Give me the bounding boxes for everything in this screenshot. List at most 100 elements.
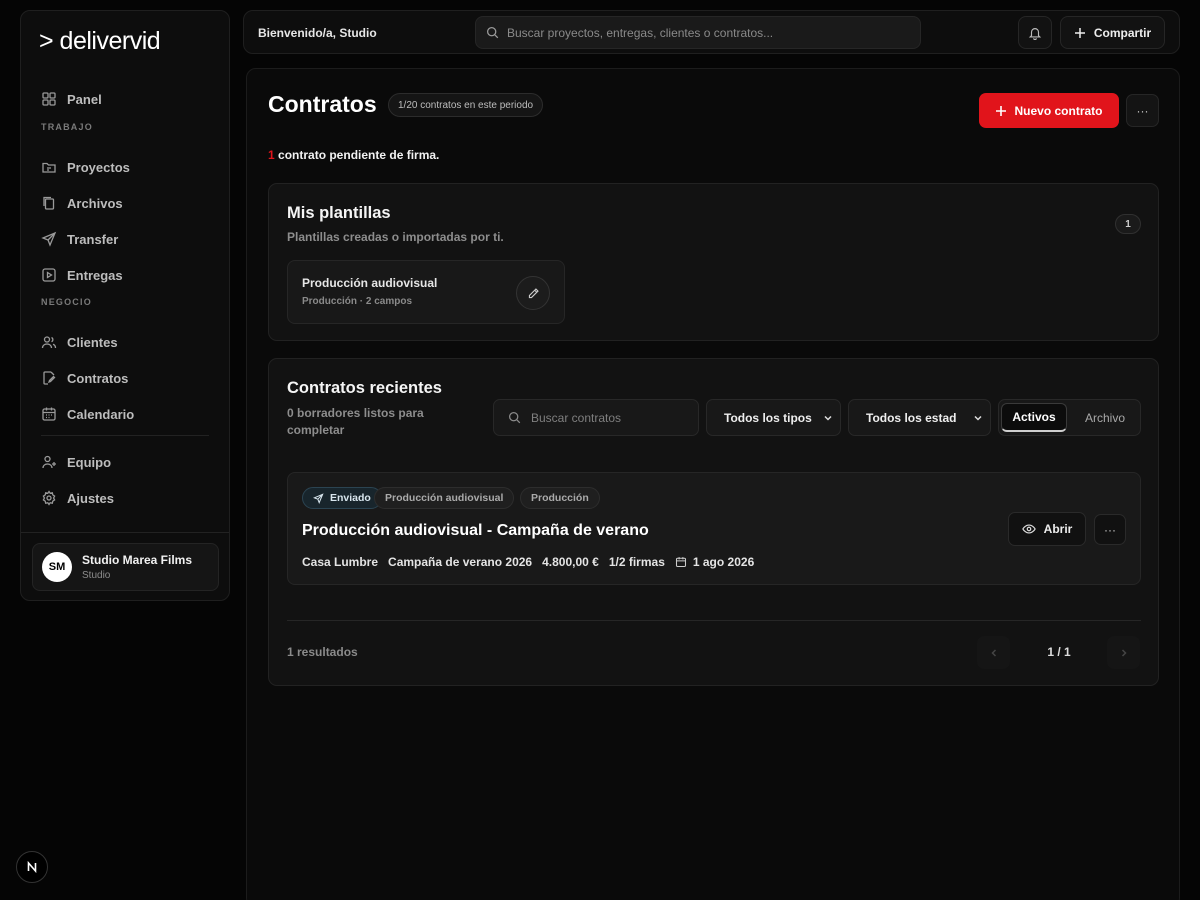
contracts-search[interactable]	[493, 399, 699, 436]
users-icon	[41, 334, 57, 350]
chevron-left-icon	[989, 648, 999, 658]
brand-logo[interactable]: > delivervid	[39, 27, 161, 56]
folder-icon	[41, 159, 57, 175]
next-page-button[interactable]	[1107, 636, 1140, 669]
sidebar-item-equipo[interactable]: Equipo	[41, 448, 211, 476]
notifications-button[interactable]	[1018, 16, 1052, 49]
contract-amount: 4.800,00 €	[542, 555, 599, 569]
contract-date: 1 ago 2026	[675, 555, 754, 569]
gear-icon	[41, 490, 57, 506]
global-search-input[interactable]	[507, 25, 907, 40]
pending-text: contrato pendiente de firma.	[274, 148, 440, 162]
status-filter-select[interactable]: Todos los estad	[848, 399, 991, 436]
play-square-icon	[41, 267, 57, 283]
sidebar-item-contratos[interactable]: Contratos	[41, 364, 211, 392]
send-icon	[313, 492, 324, 504]
active-archive-toggle: Activos Archivo	[998, 399, 1141, 436]
page-indicator: 1 / 1	[1047, 645, 1071, 659]
previous-page-button[interactable]	[977, 636, 1010, 669]
page-title: Contratos	[268, 91, 377, 117]
share-button-label: Compartir	[1093, 25, 1152, 40]
eye-icon	[1021, 522, 1036, 536]
templates-title: Mis plantillas	[287, 204, 391, 222]
tag-badge: Producción	[520, 487, 600, 509]
new-contract-button[interactable]: Nuevo contrato	[979, 93, 1119, 128]
sidebar-item-label: Contratos	[67, 370, 129, 386]
calendar-icon	[41, 406, 57, 422]
templates-count-badge: 1	[1115, 214, 1141, 234]
template-meta: Producción · 2 campos	[302, 296, 413, 307]
page-more-button[interactable]: ···	[1126, 94, 1159, 127]
sidebar-item-archivos[interactable]: Archivos	[41, 189, 211, 217]
pencil-icon	[527, 287, 540, 300]
sidebar: > delivervid Panel TRABAJO Proyectos Arc…	[20, 10, 230, 601]
tab-activos[interactable]: Activos	[1001, 403, 1067, 432]
recent-contracts-card: Contratos recientes 0 borradores listos …	[268, 358, 1159, 686]
type-filter-select[interactable]: Todos los tipos	[706, 399, 841, 436]
user-plus-icon	[41, 454, 57, 470]
recent-title: Contratos recientes	[287, 379, 442, 397]
bell-icon	[1028, 26, 1042, 40]
open-contract-label: Abrir	[1043, 522, 1073, 536]
sidebar-item-label: Archivos	[67, 195, 123, 211]
sidebar-item-label: Panel	[67, 91, 102, 107]
status-badge: Enviado	[302, 487, 382, 509]
sidebar-item-label: Calendario	[67, 406, 135, 422]
account-name: Studio Marea Films	[82, 553, 193, 567]
tab-archivo[interactable]: Archivo	[1073, 403, 1137, 432]
sidebar-item-clientes[interactable]: Clientes	[41, 328, 211, 356]
tag-badge: Producción audiovisual	[374, 487, 515, 509]
status-filter-value: Todos los estad	[866, 410, 957, 425]
contract-icon	[41, 370, 57, 386]
sidebar-item-panel[interactable]: Panel	[41, 85, 211, 113]
account-switcher[interactable]: SM Studio Marea Films Studio	[32, 543, 219, 591]
sidebar-item-label: Clientes	[67, 334, 118, 350]
sidebar-item-label: Ajustes	[67, 490, 114, 506]
account-info: Studio Marea Films Studio	[82, 553, 192, 581]
contract-project: Campaña de verano 2026	[388, 555, 533, 569]
type-filter-value: Todos los tipos	[724, 410, 812, 425]
contract-row[interactable]: Enviado Producción audiovisual Producció…	[287, 472, 1141, 585]
sidebar-item-label: Entregas	[67, 267, 123, 283]
sidebar-item-label: Equipo	[67, 454, 112, 470]
results-divider	[287, 620, 1141, 621]
recent-subtitle: 0 borradores listos para completar	[287, 406, 424, 437]
open-contract-button[interactable]: Abrir	[1008, 512, 1086, 546]
sidebar-item-label: Transfer	[67, 231, 119, 247]
chevron-down-icon	[973, 413, 983, 423]
templates-card: Mis plantillas Plantillas creadas o impo…	[268, 183, 1159, 341]
edit-template-button[interactable]	[516, 276, 550, 310]
n-logo-icon	[26, 861, 38, 873]
more-icon: ···	[1136, 103, 1149, 118]
welcome-text: Bienvenido/a, Studio	[258, 26, 377, 40]
template-item[interactable]: Producción audiovisual Producción · 2 ca…	[287, 260, 565, 324]
contract-meta: Casa Lumbre Campaña de verano 2026 4.800…	[302, 555, 754, 569]
global-search[interactable]	[475, 16, 921, 49]
sidebar-item-calendario[interactable]: Calendario	[41, 400, 211, 428]
avatar: SM	[42, 552, 72, 582]
files-icon	[41, 195, 57, 211]
dashboard-icon	[41, 91, 57, 107]
sidebar-item-ajustes[interactable]: Ajustes	[41, 484, 211, 512]
chevron-right-icon	[1119, 648, 1129, 658]
main-content: Contratos 1/20 contratos en este periodo…	[246, 68, 1180, 900]
contracts-search-input[interactable]	[531, 410, 681, 425]
account-role: Studio	[82, 570, 111, 581]
share-button[interactable]: Compartir	[1060, 16, 1165, 49]
contract-more-button[interactable]: ···	[1094, 514, 1126, 545]
sidebar-item-proyectos[interactable]: Proyectos	[41, 153, 211, 181]
results-count: 1 resultados	[287, 645, 358, 659]
more-icon: ···	[1104, 522, 1116, 537]
pending-signature-notice: 1 contrato pendiente de firma.	[268, 148, 439, 162]
contract-title[interactable]: Producción audiovisual - Campaña de vera…	[302, 522, 649, 540]
sidebar-item-entregas[interactable]: Entregas	[41, 261, 211, 289]
chevron-down-icon	[823, 413, 833, 423]
sidebar-divider	[41, 435, 209, 436]
framework-dev-badge[interactable]	[16, 851, 48, 883]
search-icon	[486, 26, 499, 39]
sidebar-item-transfer[interactable]: Transfer	[41, 225, 211, 253]
period-usage-badge: 1/20 contratos en este periodo	[388, 93, 544, 117]
pending-count: 1	[268, 148, 275, 162]
new-contract-label: Nuevo contrato	[1014, 103, 1103, 118]
plus-icon	[995, 105, 1007, 117]
